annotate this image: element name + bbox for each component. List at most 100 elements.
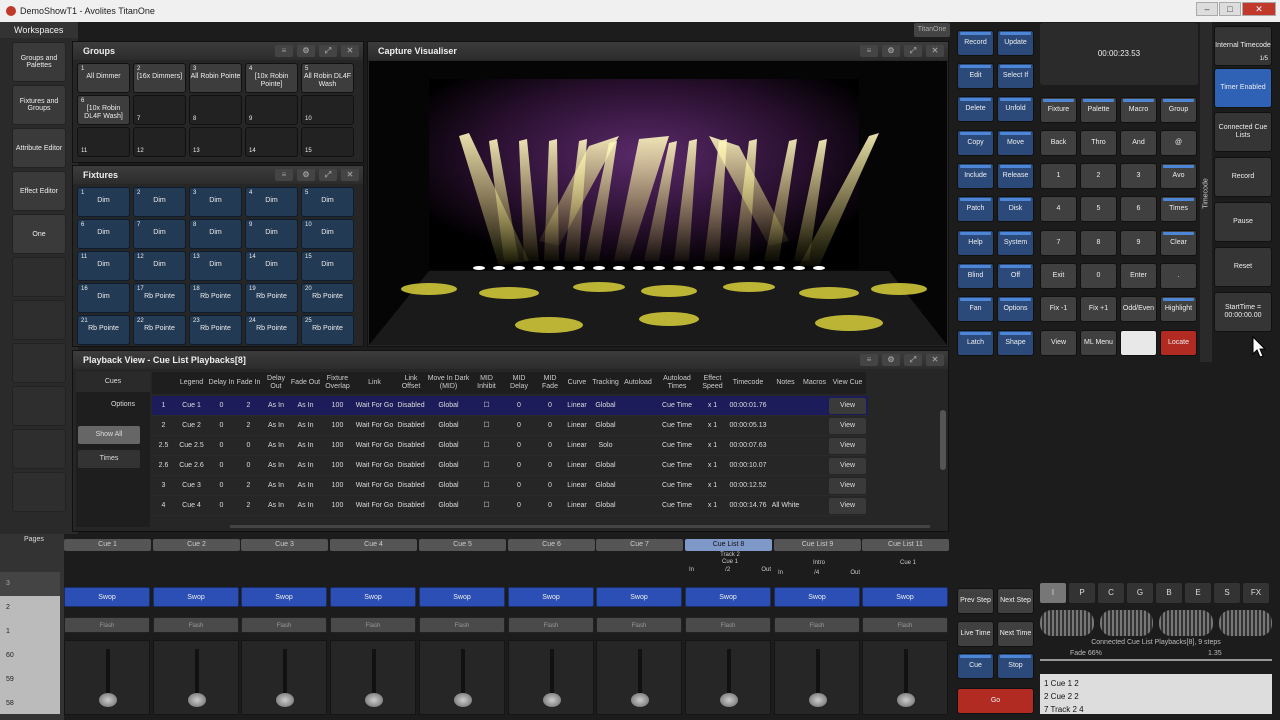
playback-fader[interactable] — [596, 640, 682, 715]
titanone-tab[interactable]: TitanOne — [914, 23, 950, 37]
column-header[interactable]: Legend — [175, 372, 208, 394]
blind-button[interactable]: Blind — [957, 263, 994, 289]
column-header[interactable]: Curve — [565, 372, 589, 394]
--key[interactable]: . — [1160, 263, 1197, 289]
flash-button[interactable]: Flash — [64, 617, 150, 633]
mid-inhibit-checkbox[interactable]: ☐ — [470, 496, 503, 516]
column-header[interactable]: Link Offset — [395, 372, 427, 394]
fixture-tile[interactable]: 15 Dim — [301, 251, 354, 281]
flash-button[interactable]: Flash — [862, 617, 948, 633]
fixture-tile[interactable]: 1 Dim — [77, 187, 130, 217]
include-button[interactable]: Include — [957, 163, 994, 189]
workspace-groups-and-palettes[interactable]: Groups and Palettes — [12, 42, 66, 82]
mid-inhibit-checkbox[interactable]: ☐ — [470, 436, 503, 456]
fader-knob[interactable] — [631, 693, 649, 707]
expand-icon[interactable]: ⤢ — [904, 354, 922, 366]
highlight-key[interactable]: Highlight — [1160, 296, 1197, 322]
1-key[interactable]: 1 — [1040, 163, 1077, 189]
playback-name[interactable]: Cue 1 — [64, 539, 151, 551]
timecode-pause-button[interactable]: Pause — [1214, 202, 1272, 242]
view-key[interactable]: View — [1040, 330, 1077, 356]
connected-cue-lists-button[interactable]: Connected Cue Lists — [1214, 112, 1272, 152]
playback-fader[interactable] — [153, 640, 239, 715]
attribute-wheel[interactable] — [1218, 610, 1272, 636]
attribute-tab-p[interactable]: P — [1069, 583, 1095, 603]
attribute-tab-b[interactable]: B — [1156, 583, 1182, 603]
stage-visualisation-image[interactable] — [369, 61, 947, 345]
start-time-button[interactable]: StartTime = 00:00:00.00 — [1214, 292, 1272, 332]
attribute-tab-g[interactable]: G — [1127, 583, 1153, 603]
playback-fader[interactable] — [330, 640, 416, 715]
grid-vertical-scrollbar[interactable] — [940, 410, 946, 470]
fixture-tile[interactable]: 9 Dim — [245, 219, 298, 249]
list-item[interactable]: 1 Cue 1 2 — [1044, 677, 1268, 690]
fixture-tile[interactable]: 24 Rb Pointe — [245, 315, 298, 345]
macro-key[interactable]: Macro — [1120, 97, 1157, 123]
latch-button[interactable]: Latch — [957, 330, 994, 356]
close-icon[interactable]: ✕ — [1242, 2, 1276, 16]
playback-name[interactable]: Cue 5 — [419, 539, 506, 551]
column-header[interactable]: Autoload Times — [654, 372, 700, 394]
fixture-key[interactable]: Fixture — [1040, 97, 1077, 123]
attribute-tab-e[interactable]: E — [1185, 583, 1211, 603]
expand-icon[interactable]: ⤢ — [904, 45, 922, 57]
swop-button[interactable]: Swop — [774, 587, 860, 607]
delete-button[interactable]: Delete — [957, 96, 994, 122]
minimize-icon[interactable]: – — [1196, 2, 1218, 16]
palette-key[interactable]: Palette — [1080, 97, 1117, 123]
fix-1-key[interactable]: Fix -1 — [1040, 296, 1077, 322]
fader-knob[interactable] — [188, 693, 206, 707]
column-header[interactable]: Autoload — [622, 372, 654, 394]
playback-fader[interactable] — [508, 640, 594, 715]
view-cue-button[interactable]: View — [829, 498, 866, 514]
4-key[interactable]: 4 — [1040, 196, 1077, 222]
column-header[interactable]: Effect Speed — [700, 372, 725, 394]
flash-button[interactable]: Flash — [685, 617, 771, 633]
group-tile[interactable]: 14 — [245, 127, 298, 157]
close-icon[interactable]: ✕ — [341, 45, 359, 57]
group-tile[interactable]: 6 [10x Robin DL4F Wash] — [77, 95, 130, 125]
column-header[interactable]: Fade In — [235, 372, 262, 394]
fixture-tile[interactable]: 2 Dim — [133, 187, 186, 217]
workspace-empty-slot[interactable] — [12, 429, 66, 469]
fader-knob[interactable] — [454, 693, 472, 707]
group-tile[interactable]: 2 [16x Dimmers] — [133, 63, 186, 93]
swop-button[interactable]: Swop — [330, 587, 416, 607]
odd-even-key[interactable]: Odd/Even — [1120, 296, 1157, 322]
column-header[interactable]: Link — [354, 372, 395, 394]
playback-fader[interactable] — [685, 640, 771, 715]
swop-button[interactable]: Swop — [153, 587, 239, 607]
next-time-button[interactable]: Next Time — [997, 621, 1034, 647]
times-key[interactable]: Times — [1160, 196, 1197, 222]
group-tile[interactable]: 15 — [301, 127, 354, 157]
5-key[interactable]: 5 — [1080, 196, 1117, 222]
fixture-tile[interactable]: 21 Rb Pointe — [77, 315, 130, 345]
mid-inhibit-checkbox[interactable]: ☐ — [470, 476, 503, 496]
group-tile[interactable]: 13 — [189, 127, 242, 157]
workspace-fixtures-and-groups[interactable]: Fixtures and Groups — [12, 85, 66, 125]
fader-knob[interactable] — [365, 693, 383, 707]
attribute-wheel[interactable] — [1040, 610, 1094, 636]
attribute-tab-s[interactable]: S — [1214, 583, 1240, 603]
select-if-button[interactable]: Select If — [997, 63, 1034, 89]
grid-horizontal-scrollbar[interactable] — [230, 525, 930, 528]
playback-fader[interactable] — [862, 640, 948, 715]
expand-icon[interactable]: ⤢ — [319, 169, 337, 181]
swop-button[interactable]: Swop — [862, 587, 948, 607]
close-icon[interactable]: ✕ — [341, 169, 359, 181]
enter-key[interactable]: Enter — [1120, 263, 1157, 289]
flash-button[interactable]: Flash — [508, 617, 594, 633]
flash-button[interactable]: Flash — [330, 617, 416, 633]
fader-knob[interactable] — [543, 693, 561, 707]
flash-button[interactable]: Flash — [419, 617, 505, 633]
thro-key[interactable]: Thro — [1080, 130, 1117, 156]
disk-button[interactable]: Disk — [997, 196, 1034, 222]
mid-inhibit-checkbox[interactable]: ☐ — [470, 396, 503, 416]
close-icon[interactable]: ✕ — [926, 354, 944, 366]
fixture-tile[interactable]: 14 Dim — [245, 251, 298, 281]
group-tile[interactable]: 4 [10x Robin Pointe] — [245, 63, 298, 93]
menu-icon[interactable]: ≡ — [860, 354, 878, 366]
swop-button[interactable]: Swop — [508, 587, 594, 607]
0-key[interactable]: 0 — [1080, 263, 1117, 289]
playback-name[interactable]: Cue 4 — [330, 539, 417, 551]
